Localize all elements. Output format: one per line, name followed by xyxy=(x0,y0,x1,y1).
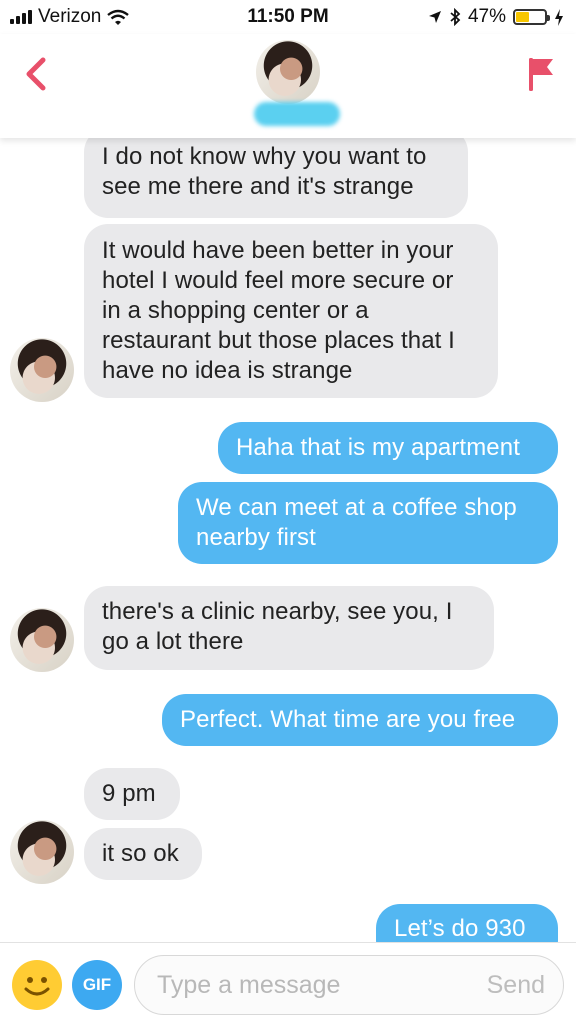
message-line: hotel I would feel more secure or xyxy=(102,267,454,294)
location-arrow-icon xyxy=(428,11,441,23)
chat-header xyxy=(0,34,576,138)
message-line: It would have been better in your xyxy=(102,237,454,264)
smiley-face-icon xyxy=(24,977,50,996)
message-bubble-incoming[interactable]: it so ok xyxy=(84,828,202,880)
message-line: Perfect. What time are you free xyxy=(180,706,516,733)
emoji-icon[interactable] xyxy=(12,960,62,1010)
charging-bolt-icon xyxy=(555,8,563,26)
battery-icon xyxy=(513,9,550,25)
chevron-left-icon[interactable] xyxy=(18,54,54,94)
message-line: it so ok xyxy=(102,840,179,867)
message-input-bar: GIF Send xyxy=(0,942,576,1024)
message-bubble-outgoing[interactable]: Let’s do 930 xyxy=(376,904,558,942)
flag-icon[interactable] xyxy=(526,56,556,92)
message-list[interactable]: I do not know why you want to see me the… xyxy=(0,138,576,942)
status-bar: Verizon 11:50 PM 47% xyxy=(0,0,576,34)
sender-avatar[interactable] xyxy=(10,820,74,884)
message-bubble-outgoing[interactable]: We can meet at a coffee shop nearby firs… xyxy=(178,482,558,564)
redacted-name xyxy=(254,102,340,126)
message-bubble-incoming[interactable]: there's a clinic nearby, see you, I go a… xyxy=(84,586,494,670)
match-avatar[interactable] xyxy=(256,40,320,104)
message-bubble-incoming[interactable]: I do not know why you want to see me the… xyxy=(84,138,468,218)
message-line: see me there and it's strange xyxy=(102,173,414,200)
message-line: there's a clinic nearby, see you, I xyxy=(102,598,453,625)
message-input[interactable] xyxy=(157,970,457,1000)
message-bubble-outgoing[interactable]: Haha that is my apartment xyxy=(218,422,558,474)
message-line: Let’s do 930 xyxy=(394,915,526,942)
sender-avatar[interactable] xyxy=(10,338,74,402)
battery-percent: 47% xyxy=(467,6,506,27)
message-line: have no idea is strange xyxy=(102,357,353,384)
gif-button[interactable]: GIF xyxy=(72,960,122,1010)
message-line: in a shopping center or a xyxy=(102,297,369,324)
message-field[interactable]: Send xyxy=(134,955,564,1015)
message-line: We can meet at a coffee shop xyxy=(196,494,517,521)
status-right: 47% xyxy=(428,6,564,28)
message-line: 9 pm xyxy=(102,780,156,807)
message-line: I do not know why you want to xyxy=(102,143,427,170)
message-line: restaurant but those places that I xyxy=(102,327,455,354)
send-button[interactable]: Send xyxy=(487,971,545,1000)
message-bubble-incoming[interactable]: 9 pm xyxy=(84,768,180,820)
message-line: Haha that is my apartment xyxy=(236,434,520,461)
message-bubble-incoming[interactable]: It would have been better in your hotel … xyxy=(84,224,498,398)
sender-avatar[interactable] xyxy=(10,608,74,672)
message-line: nearby first xyxy=(196,524,316,551)
battery-fill xyxy=(516,12,530,22)
bluetooth-icon xyxy=(450,8,461,26)
message-bubble-outgoing[interactable]: Perfect. What time are you free xyxy=(162,694,558,746)
message-line: go a lot there xyxy=(102,628,244,655)
